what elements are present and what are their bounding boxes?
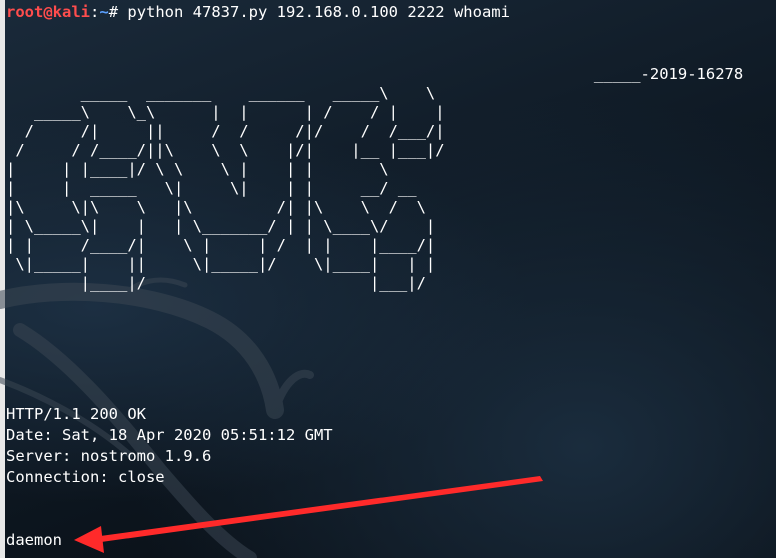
prompt-user-host: root@kali — [6, 3, 90, 21]
http-status-line: HTTP/1.1 200 OK — [6, 405, 146, 423]
ascii-banner: _____-2019-16278 _____ _______ ______ __… — [6, 65, 744, 292]
http-connection-header: Connection: close — [6, 468, 165, 486]
prompt-command: python 47837.py 192.168.0.100 2222 whoam… — [127, 3, 510, 21]
http-server-header: Server: nostromo 1.9.6 — [6, 447, 212, 465]
terminal-window[interactable]: root@kali:~# python 47837.py 192.168.0.1… — [0, 0, 776, 558]
prompt-line[interactable]: root@kali:~# python 47837.py 192.168.0.1… — [6, 2, 510, 23]
http-date-header: Date: Sat, 18 Apr 2020 05:51:12 GMT — [6, 426, 333, 444]
prompt-separator: : — [90, 3, 100, 21]
prompt-path: ~ — [99, 3, 109, 21]
prompt-symbol: # — [108, 3, 128, 21]
command-output: daemon — [6, 531, 62, 549]
